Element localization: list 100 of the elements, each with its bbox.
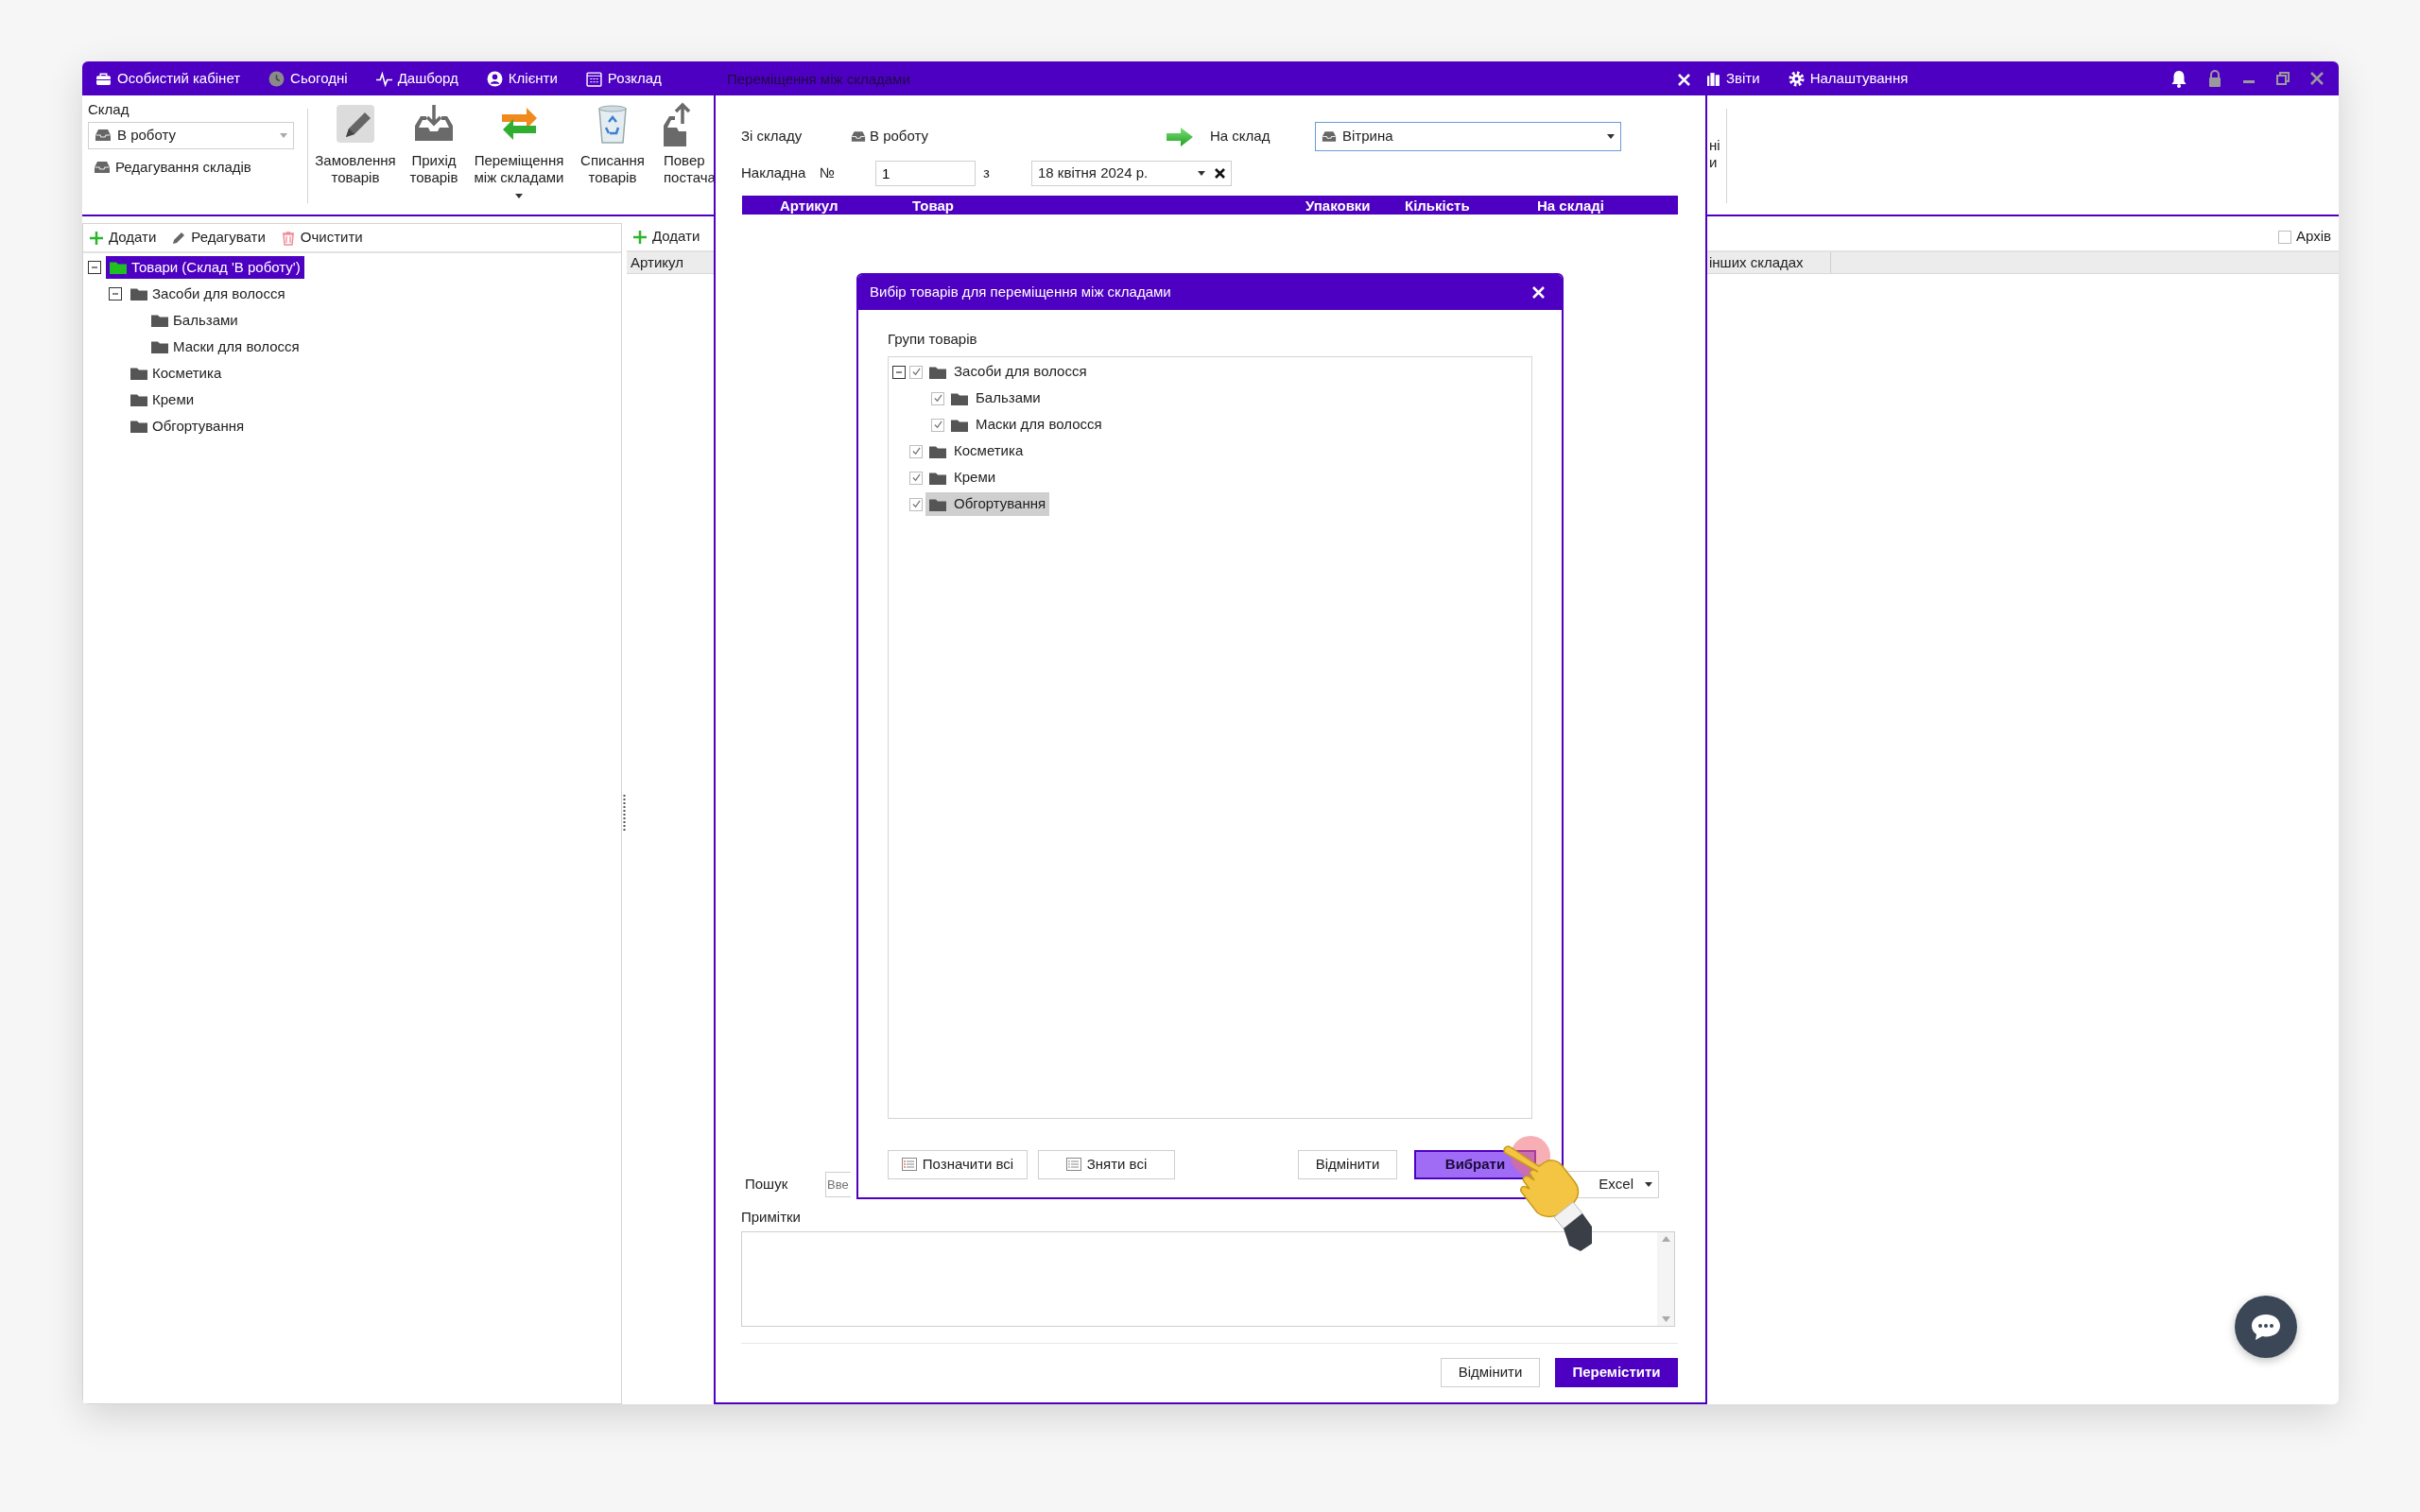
folder-icon — [929, 497, 946, 511]
calendar-icon — [585, 70, 602, 87]
chat-button[interactable] — [2235, 1296, 2297, 1358]
briefcase-icon — [95, 70, 112, 87]
folder-icon — [110, 261, 127, 274]
toolbar-button[interactable]: Редагувати — [171, 227, 266, 249]
checkbox[interactable] — [909, 497, 923, 511]
menu-item[interactable]: Сьогодні — [268, 67, 348, 90]
action-button[interactable]: Позначити всі — [888, 1149, 1028, 1179]
ribbon-button[interactable]: Замовлення товарів — [308, 95, 403, 215]
collapse-toggle[interactable] — [892, 365, 906, 379]
search-field[interactable]: Вве — [825, 1171, 851, 1197]
scroll-down-icon[interactable] — [1661, 1316, 1670, 1322]
field-label: Групи товарів — [888, 330, 978, 349]
list-icon — [1065, 1158, 1081, 1171]
number-sign: № — [820, 163, 837, 183]
field-label: з — [982, 163, 991, 183]
ribbon-button[interactable]: Списання товарів — [573, 95, 652, 215]
plus-icon — [632, 229, 648, 245]
edit-warehouses-link[interactable]: Редагування складів — [94, 156, 251, 178]
menu-item[interactable]: Особистий кабінет — [95, 67, 241, 90]
warehouse-dropdown[interactable]: Вітрина — [1315, 122, 1621, 151]
checkbox[interactable] — [909, 444, 923, 458]
clear-icon[interactable] — [1215, 168, 1225, 179]
folder-icon — [151, 314, 168, 327]
column-header: Упаковки — [1305, 197, 1372, 215]
chat-icon — [2250, 1313, 2282, 1341]
restore-icon[interactable] — [2276, 72, 2290, 85]
folder-icon — [130, 393, 147, 406]
ribbon-button[interactable]: Повер постача — [652, 95, 714, 215]
checkbox[interactable] — [909, 365, 923, 379]
date-picker[interactable]: 18 квітня 2024 р. — [1031, 161, 1232, 186]
pencil-icon — [171, 230, 187, 246]
tree-item[interactable]: Маски для волосся — [147, 335, 303, 359]
tree-item[interactable]: Обгортування — [925, 492, 1050, 516]
field-label: Склад — [88, 100, 130, 119]
ribbon-button[interactable]: Переміщення між складами — [465, 95, 573, 215]
dialog-title: Вибір товарів для переміщення між складами — [870, 283, 1171, 302]
number-field[interactable]: 1 — [875, 161, 976, 186]
menu-item[interactable]: Дашборд — [375, 67, 458, 90]
checkbox[interactable] — [931, 418, 944, 432]
confirm-button[interactable]: Вибрати — [1414, 1149, 1536, 1179]
field-label: Пошук — [744, 1174, 789, 1194]
caret-icon — [1607, 134, 1615, 139]
collapse-toggle[interactable] — [109, 287, 122, 301]
tree-item[interactable]: Бальзами — [147, 308, 242, 333]
folder-icon — [929, 471, 946, 485]
ribbon-button[interactable]: Прихід товарів — [403, 95, 465, 215]
tree-item[interactable]: Обгортування — [127, 414, 249, 438]
action-button[interactable]: Відмінити — [1298, 1149, 1397, 1179]
menu-item[interactable]: Розклад — [585, 67, 662, 90]
lock-icon[interactable] — [2208, 70, 2221, 87]
menu-item[interactable]: Звіти — [1704, 67, 1760, 90]
folder-icon — [130, 287, 147, 301]
checkbox[interactable] — [931, 391, 944, 405]
folder-icon — [951, 418, 968, 432]
column-header: Артикул — [779, 197, 839, 215]
field-label: На склад — [1210, 127, 1271, 146]
tray-icon — [851, 130, 866, 143]
tree-item[interactable]: Косметика — [925, 439, 1028, 463]
toolbar-button[interactable]: Очистити — [280, 227, 363, 249]
tree-item[interactable]: Косметика — [127, 361, 226, 386]
toolbar-button[interactable]: Додати — [632, 226, 700, 248]
toolbar-button[interactable]: Додати — [89, 227, 157, 249]
confirm-button[interactable]: Перемістити — [1555, 1358, 1678, 1387]
menu-item[interactable]: Клієнти — [486, 67, 558, 90]
clock-icon — [268, 70, 285, 87]
warehouse-dropdown[interactable]: В роботу — [88, 121, 294, 149]
splitter-handle[interactable] — [623, 795, 626, 833]
action-button[interactable]: Зняти всі — [1038, 1149, 1175, 1179]
bell-icon[interactable] — [2170, 69, 2187, 88]
ribbon-label: ні и — [1709, 137, 1721, 172]
tree-item[interactable]: Товари (Склад 'В роботу') — [106, 255, 304, 280]
field-label: Примітки — [741, 1207, 802, 1227]
scroll-up-icon[interactable] — [1661, 1236, 1670, 1242]
notes-field[interactable] — [741, 1231, 1675, 1327]
menu-item[interactable]: Налаштування — [1788, 67, 1909, 90]
archive-checkbox[interactable]: Архів — [2278, 226, 2331, 248]
tree-item[interactable]: Креми — [127, 387, 199, 412]
field-label: Зі складу — [741, 127, 804, 146]
list-icon — [901, 1158, 917, 1171]
folder-icon — [929, 365, 946, 379]
tree-item[interactable]: Бальзами — [947, 387, 1045, 410]
settings-icon — [1788, 70, 1805, 87]
user-icon — [486, 70, 503, 87]
caret-icon — [1645, 1181, 1652, 1187]
action-button[interactable]: Відмінити — [1441, 1358, 1540, 1387]
tree-item[interactable]: Засоби для волосся — [127, 282, 289, 306]
tree-item[interactable]: Креми — [925, 466, 1000, 490]
tree-item[interactable]: Засоби для волосся — [925, 360, 1091, 384]
dialog-title: Переміщення між складами — [727, 69, 910, 89]
arrow-right-icon — [1166, 126, 1194, 147]
tray-icon — [1322, 130, 1337, 143]
column-header: інших складах — [1709, 252, 1831, 273]
folder-icon — [951, 391, 968, 405]
collapse-toggle[interactable] — [88, 261, 101, 274]
checkbox[interactable] — [909, 471, 923, 485]
tree-item[interactable]: Маски для волосся — [947, 413, 1106, 437]
column-header: На складі — [1537, 197, 1605, 215]
folder-icon — [130, 367, 147, 380]
